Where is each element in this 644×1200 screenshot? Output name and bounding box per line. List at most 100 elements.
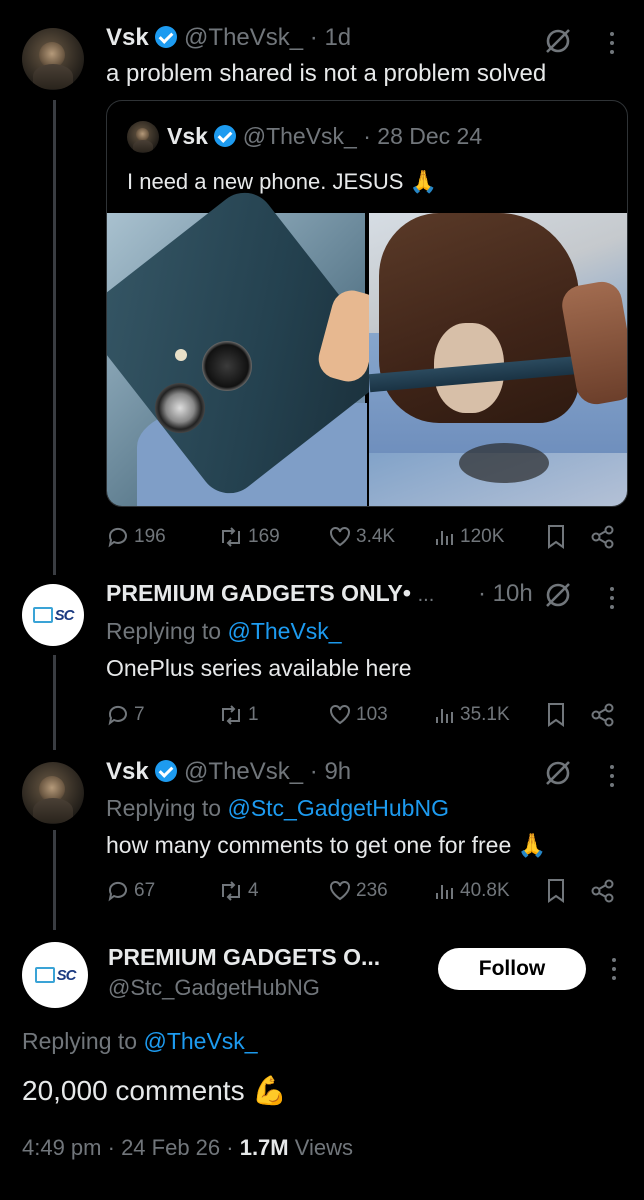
thread-line bbox=[53, 655, 56, 750]
quote-author-handle: @TheVsk_ bbox=[242, 123, 357, 149]
replying-to: Replying to @TheVsk_ bbox=[22, 1028, 258, 1055]
tweet-text: how many comments to get one for free 🙏 bbox=[106, 832, 547, 858]
heart-icon bbox=[330, 880, 350, 901]
like-count: 3.4K bbox=[356, 526, 396, 547]
reply-count: 67 bbox=[134, 880, 156, 901]
follow-button[interactable]: Follow bbox=[438, 948, 586, 990]
tweet-time[interactable]: 4:49 pm bbox=[22, 1135, 102, 1160]
tweet-meta: 4:49 pm · 24 Feb 26 · 1.7M Views bbox=[22, 1135, 353, 1161]
repost-count: 1 bbox=[248, 704, 259, 725]
author-name[interactable]: Vsk bbox=[106, 24, 149, 51]
reply-button[interactable]: 7 bbox=[106, 703, 145, 727]
repost-count: 169 bbox=[248, 526, 280, 547]
gadgethub-logo: SC bbox=[32, 607, 74, 624]
like-count: 103 bbox=[356, 704, 388, 725]
author-handle[interactable]: @TheVsk_ bbox=[184, 24, 303, 51]
reply-count: 7 bbox=[134, 704, 145, 725]
tweet-time[interactable]: · 10h bbox=[478, 580, 533, 608]
bookmark-icon[interactable] bbox=[546, 524, 566, 550]
reply-count: 196 bbox=[134, 526, 166, 547]
heart-icon bbox=[330, 704, 350, 725]
name-ellipsis: ... bbox=[417, 584, 435, 606]
main-author-handle[interactable]: @Stc_GadgetHubNG bbox=[108, 975, 320, 1001]
views-button[interactable]: 120K bbox=[434, 525, 504, 549]
replying-label: Replying to bbox=[106, 618, 222, 644]
like-count: 236 bbox=[356, 880, 388, 901]
reply-button[interactable]: 196 bbox=[106, 525, 166, 549]
quote-author-name: Vsk bbox=[167, 123, 208, 149]
share-icon[interactable] bbox=[590, 702, 616, 728]
tweet-actions: 67 4 236 40.8K bbox=[106, 876, 626, 906]
bookmark-icon[interactable] bbox=[546, 878, 566, 904]
repost-button[interactable]: 1 bbox=[218, 703, 259, 727]
heart-icon bbox=[330, 526, 350, 547]
replying-handle-link[interactable]: @TheVsk_ bbox=[143, 1028, 257, 1054]
repost-button[interactable]: 169 bbox=[218, 525, 280, 549]
quote-header: Vsk @TheVsk_ · 28 Dec 24 bbox=[167, 123, 482, 150]
tweet-header: Vsk @TheVsk_ · 9h bbox=[106, 758, 351, 786]
reply-icon bbox=[108, 881, 127, 902]
grok-icon[interactable] bbox=[543, 26, 573, 56]
views-count: 40.8K bbox=[460, 880, 510, 901]
author-name[interactable]: PREMIUM GADGETS ONLY• bbox=[106, 580, 411, 606]
tweet-actions: 196 169 3.4K 120K bbox=[106, 522, 626, 552]
views-count: 1.7M bbox=[239, 1135, 289, 1160]
media-image-hand[interactable] bbox=[368, 213, 627, 506]
tweet-header: PREMIUM GADGETS ONLY• ... · 10h bbox=[106, 580, 546, 608]
views-label: Views bbox=[294, 1135, 354, 1160]
more-options-icon[interactable] bbox=[610, 765, 616, 792]
views-icon bbox=[436, 531, 453, 545]
bookmark-icon[interactable] bbox=[546, 702, 566, 728]
replying-to: Replying to @Stc_GadgetHubNG bbox=[106, 795, 449, 822]
replying-handle-link[interactable]: @Stc_GadgetHubNG bbox=[227, 795, 449, 821]
reply-icon bbox=[108, 705, 127, 726]
like-button[interactable]: 236 bbox=[328, 879, 388, 903]
main-tweet-text: 20,000 comments 💪 bbox=[22, 1075, 288, 1106]
reply-button[interactable]: 67 bbox=[106, 879, 155, 903]
tweet-header: Vsk @TheVsk_ · 1d bbox=[106, 24, 351, 52]
verified-icon bbox=[214, 125, 237, 147]
share-icon[interactable] bbox=[590, 524, 616, 550]
views-button[interactable]: 35.1K bbox=[434, 703, 510, 727]
tweet-actions: 7 1 103 35.1K bbox=[106, 700, 626, 730]
quote-time: · 28 Dec 24 bbox=[363, 123, 483, 149]
like-button[interactable]: 3.4K bbox=[328, 525, 395, 549]
repost-icon bbox=[222, 881, 240, 901]
thread-line bbox=[53, 830, 56, 930]
tweet-time[interactable]: · 1d bbox=[310, 24, 351, 51]
like-button[interactable]: 103 bbox=[328, 703, 388, 727]
more-options-icon[interactable] bbox=[612, 958, 618, 985]
avatar[interactable]: SC bbox=[22, 942, 88, 1008]
avatar[interactable]: SC bbox=[22, 584, 84, 646]
author-name[interactable]: Vsk bbox=[106, 758, 149, 785]
grok-icon[interactable] bbox=[543, 758, 573, 788]
media-image-phone[interactable] bbox=[107, 180, 398, 506]
replying-handle-link[interactable]: @TheVsk_ bbox=[227, 618, 341, 644]
tweet-date[interactable]: · 24 Feb 26 · bbox=[108, 1135, 234, 1160]
avatar[interactable] bbox=[22, 762, 84, 824]
share-icon[interactable] bbox=[590, 878, 616, 904]
thread-line bbox=[53, 100, 56, 575]
tweet-time[interactable]: · 9h bbox=[310, 758, 351, 785]
views-icon bbox=[436, 885, 453, 899]
quoted-tweet[interactable]: Vsk @TheVsk_ · 28 Dec 24 I need a new ph… bbox=[106, 100, 628, 507]
author-handle[interactable]: @TheVsk_ bbox=[184, 758, 303, 785]
main-author-name[interactable]: PREMIUM GADGETS O... bbox=[108, 944, 380, 971]
more-options-icon[interactable] bbox=[610, 587, 616, 614]
avatar bbox=[127, 121, 159, 153]
gadgethub-logo: SC bbox=[34, 967, 76, 984]
views-button[interactable]: 40.8K bbox=[434, 879, 510, 903]
views-count: 35.1K bbox=[460, 704, 510, 725]
more-options-icon[interactable] bbox=[610, 32, 616, 59]
replying-to: Replying to @TheVsk_ bbox=[106, 618, 342, 645]
tweet-text: OnePlus series available here bbox=[106, 655, 412, 681]
grok-icon[interactable] bbox=[543, 580, 573, 610]
replying-label: Replying to bbox=[106, 795, 222, 821]
verified-icon bbox=[155, 26, 178, 48]
repost-button[interactable]: 4 bbox=[218, 879, 259, 903]
reply-icon bbox=[108, 527, 127, 548]
repost-icon bbox=[222, 705, 240, 725]
views-icon bbox=[436, 709, 453, 723]
repost-count: 4 bbox=[248, 880, 259, 901]
avatar[interactable] bbox=[22, 28, 84, 90]
